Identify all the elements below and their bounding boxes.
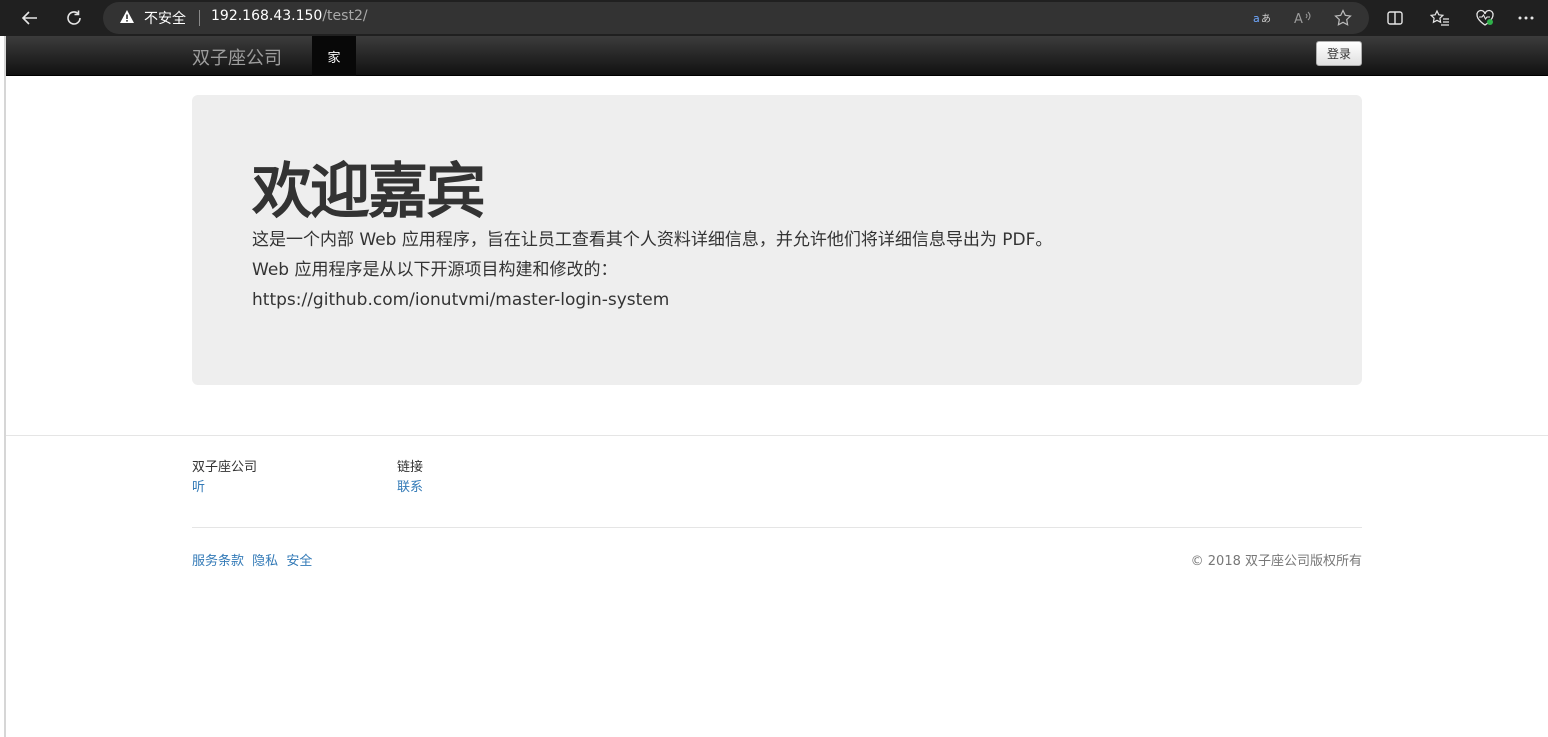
url-text[interactable]: 192.168.43.150/test2/ bbox=[211, 8, 368, 24]
intro-text: 这是一个内部 Web 应用程序，旨在让员工查看其个人资料详细信息，并允许他们将详… bbox=[252, 230, 1053, 250]
back-arrow-icon[interactable] bbox=[16, 4, 44, 32]
privacy-link[interactable]: 隐私 bbox=[252, 554, 278, 569]
copyright-text: © 2018 双子座公司版权所有 bbox=[1190, 554, 1362, 569]
address-bar[interactable]: 不安全 192.168.43.150/test2/ aあ A bbox=[103, 2, 1369, 34]
url-host: 192.168.43.150 bbox=[211, 8, 323, 24]
favorite-star-icon[interactable] bbox=[1330, 6, 1356, 30]
jumbotron: 欢迎嘉宾 这是一个内部 Web 应用程序，旨在让员工查看其个人资料详细信息，并允… bbox=[192, 95, 1362, 385]
terms-link[interactable]: 服务条款 bbox=[192, 554, 244, 569]
more-icon[interactable] bbox=[1512, 4, 1540, 32]
footer-column-links: 链接 联系 bbox=[397, 458, 423, 498]
footer-links-heading: 链接 bbox=[397, 460, 424, 475]
read-aloud-icon[interactable]: A bbox=[1290, 6, 1316, 30]
footer-column-company: 双子座公司 听 bbox=[192, 458, 257, 498]
footer-contact-link[interactable]: 联系 bbox=[397, 478, 423, 498]
footer-divider bbox=[6, 435, 1548, 436]
page-edge bbox=[4, 36, 6, 737]
svg-text:あ: あ bbox=[1261, 13, 1271, 25]
source-text: Web 应用程序是从以下开源项目构建和修改的： bbox=[252, 260, 618, 280]
translate-icon[interactable]: aあ bbox=[1250, 6, 1276, 30]
source-url: https://github.com/ionutvmi/master-login… bbox=[252, 290, 670, 310]
footer-bottom-links: 服务条款 隐私 安全 bbox=[192, 550, 316, 569]
footer-listen-link[interactable]: 听 bbox=[192, 478, 257, 498]
brand-link[interactable]: 双子座公司 bbox=[192, 44, 282, 70]
reload-icon[interactable] bbox=[60, 4, 88, 32]
url-path: /test2/ bbox=[322, 8, 368, 24]
footer-company-heading: 双子座公司 bbox=[192, 460, 258, 475]
warning-icon[interactable] bbox=[119, 9, 135, 25]
security-link[interactable]: 安全 bbox=[286, 554, 312, 569]
svg-text:A: A bbox=[1294, 12, 1303, 26]
browser-essentials-icon[interactable] bbox=[1471, 4, 1499, 32]
nav-home-link[interactable]: 家 bbox=[312, 36, 356, 76]
footer-bottom-divider bbox=[192, 527, 1362, 528]
svg-text:a: a bbox=[1253, 12, 1260, 25]
site-navbar: 双子座公司 家 登录 bbox=[6, 36, 1548, 76]
split-screen-icon[interactable] bbox=[1381, 4, 1409, 32]
divider bbox=[199, 10, 200, 26]
login-button[interactable]: 登录 bbox=[1316, 41, 1362, 66]
browser-toolbar: 不安全 192.168.43.150/test2/ aあ A bbox=[0, 0, 1548, 36]
security-label[interactable]: 不安全 bbox=[144, 8, 186, 28]
page-heading: 欢迎嘉宾 bbox=[252, 157, 486, 227]
favorites-list-icon[interactable] bbox=[1426, 4, 1454, 32]
